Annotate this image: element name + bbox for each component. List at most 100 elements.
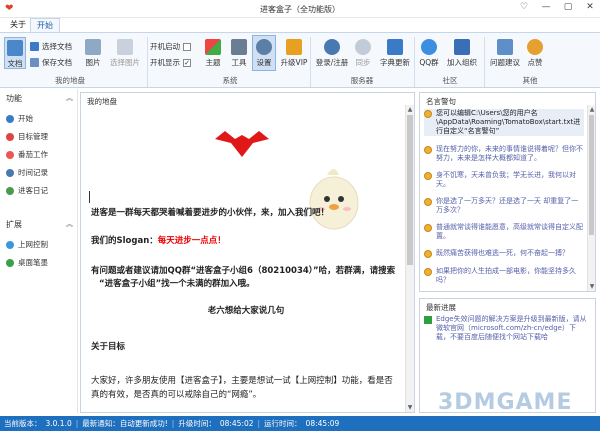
feedback-button[interactable]: 问题建议 [488, 39, 522, 68]
download-icon [387, 39, 403, 55]
version-label: 当前版本： [4, 419, 42, 428]
about-goal-heading: 关于目标 [91, 342, 126, 352]
quote-item[interactable]: 如果把你的人生拍成一部电影，你能坚持多久吗？ [424, 267, 584, 285]
quote-icon [424, 268, 432, 276]
window-title: 进客盒子（全功能版） [260, 5, 340, 14]
collapse-icon[interactable]: ︽ [66, 219, 73, 229]
login-register-button[interactable]: 登录/注册 [314, 39, 350, 68]
dict-update-button[interactable]: 字典更新 [378, 39, 412, 68]
scrollbar-thumb[interactable] [407, 115, 413, 265]
slogan-line: 我们的Slogan：每天进步一点点！ [91, 236, 226, 246]
settings-button[interactable]: 设置 [252, 35, 276, 71]
quote-icon [424, 224, 432, 232]
close-button[interactable]: ✕ [584, 2, 596, 12]
sidebar-item-diary[interactable]: 进客日记 [6, 185, 48, 196]
scroll-up-icon[interactable]: ▲ [588, 106, 595, 113]
sidebar-item-desktop-ink[interactable]: 桌面笔墨 [6, 257, 48, 268]
mascot-image [309, 169, 359, 230]
quote-icon [424, 172, 432, 180]
upgrade-vip-button[interactable]: 升级VIP [280, 39, 308, 68]
scroll-down-icon[interactable]: ▼ [406, 404, 414, 411]
group-label-my-space: 我的地盘 [55, 76, 85, 85]
sidebar-item-time-record[interactable]: 时间记录 [6, 167, 48, 178]
paragraph-line-2: 真的有效，是否真的可以戒除自己的“网瘾”。 [91, 390, 262, 400]
scroll-up-icon[interactable]: ▲ [406, 106, 414, 113]
ribbon: 文档 选择文档 保存文档 图片 选择图片 开机启动 开机显示 ✓ 主题 工具 设… [0, 32, 600, 88]
theme-button[interactable]: 主题 [202, 39, 224, 68]
quote-icon [424, 146, 432, 154]
boot-show-checkbox[interactable]: ✓ [183, 58, 191, 67]
divider [310, 37, 311, 87]
paragraph-line-1: 大家好，许多朋友使用【进客盒子】，主要是想试一试【上网控制】功能，看是否 [91, 376, 393, 386]
qq-icon [421, 39, 437, 55]
scrollbar-thumb[interactable] [589, 115, 594, 235]
boot-start-checkbox[interactable] [183, 42, 191, 51]
divider [147, 37, 148, 87]
sidebar-extend-header[interactable]: 扩展 [6, 219, 22, 230]
ribbon-tabs: 关于 开始 [0, 18, 600, 32]
like-button[interactable]: 点赞 [524, 39, 546, 68]
sidebar-item-goals[interactable]: 目标管理 [6, 131, 48, 142]
target-icon [6, 132, 14, 141]
sidebar-item-tomato[interactable]: 番茄工作 [6, 149, 48, 160]
quote-item[interactable]: 您可以编辑C:\Users\您的用户名\AppData\Roaming\Toma… [424, 109, 584, 136]
qq-text-line-2: “进客盒子小组”找一个未满的群加入哦。 [99, 279, 255, 289]
favorite-icon[interactable]: ♡ [518, 2, 530, 12]
qq-text-line-1: 有问题或者建议请加QQ群“进客盒子小组6（80210034）”哈，若群满，请搜索 [91, 266, 396, 276]
sign-text: 老六想给大家说几句 [207, 306, 285, 316]
select-document-button[interactable]: 选择文档 [30, 41, 72, 52]
quote-item[interactable]: 既然痛苦获得也难逃一死，何不奋起一搏？ [424, 249, 584, 258]
maximize-button[interactable]: ▢ [562, 2, 574, 12]
quotes-scrollbar[interactable]: ▲ ▼ [587, 105, 595, 291]
quote-icon [424, 110, 432, 118]
qq-group-button[interactable]: QQ群 [418, 39, 440, 68]
quote-item[interactable]: 你是选了一万多天？还是选了一天 却重复了一万多次？ [424, 197, 584, 215]
vip-icon [286, 39, 302, 55]
tab-start[interactable]: 开始 [30, 18, 60, 32]
save-document-button[interactable]: 保存文档 [30, 57, 72, 68]
my-space-panel: 我的地盘 进客是一群每天都哭着喊着要进步的小伙伴，来，加入我们吧！ 我们的Slo… [80, 92, 415, 413]
tools-button[interactable]: 工具 [228, 39, 250, 68]
minimize-button[interactable]: — [540, 2, 552, 12]
sync-icon [355, 39, 371, 55]
title-bar: ❤ 进客盒子（全功能版） ♡ — ▢ ✕ [0, 0, 600, 18]
window-controls: ♡ — ▢ ✕ [518, 2, 596, 12]
news-item[interactable]: Edge失效问题的解决方案是升级到最新版，请从微软官网（microsoft.co… [424, 315, 589, 342]
quote-item[interactable]: 身不饥寒，天未曾负我；学无长进，我何以对天。 [424, 171, 584, 189]
save-icon [30, 58, 39, 67]
tab-about[interactable]: 关于 [4, 18, 32, 32]
like-icon [527, 39, 543, 55]
organization-icon [454, 39, 470, 55]
main-scrollbar[interactable]: ▲ ▼ [405, 105, 414, 412]
sidebar-item-start[interactable]: 开始 [6, 113, 33, 124]
run-time-value: 08:45:09 [305, 419, 340, 428]
bat-logo-icon [215, 131, 269, 157]
sidebar-function-header[interactable]: 功能 [6, 93, 22, 104]
version-value: 3.0.1.0 [45, 419, 72, 428]
feedback-icon [497, 39, 513, 55]
gear-icon [256, 39, 272, 55]
boot-start-toggle[interactable]: 开机启动 [150, 41, 191, 52]
join-org-button[interactable]: 加入组织 [444, 39, 480, 68]
quote-item[interactable]: 普通就常谈得谁能愿意，高级就常谈得自定义配置。 [424, 223, 584, 241]
intro-text: 进客是一群每天都哭着喊着要进步的小伙伴，来，加入我们吧！ [91, 208, 330, 218]
web-icon [6, 240, 14, 249]
divider: | [257, 419, 261, 428]
sidebar: 功能 ︽ 开始 目标管理 番茄工作 时间记录 进客日记 扩展 ︽ 上网控制 桌面… [0, 89, 78, 413]
select-image-button[interactable]: 选择图片 [108, 39, 142, 68]
boot-show-toggle[interactable]: 开机显示 ✓ [150, 57, 191, 68]
document-button[interactable]: 文档 [4, 37, 26, 69]
quotes-panel: 名言警句 您可以编辑C:\Users\您的用户名\AppData\Roaming… [419, 92, 596, 292]
sidebar-item-web-control[interactable]: 上网控制 [6, 239, 48, 250]
document-icon [7, 40, 23, 56]
divider: | [171, 419, 175, 428]
collapse-icon[interactable]: ︽ [66, 93, 73, 103]
quote-item[interactable]: 现在努力的你，未来的事情谁说得着呢？但你不努力，未来是怎样大概都知道了。 [424, 145, 584, 163]
scroll-down-icon[interactable]: ▼ [588, 283, 595, 290]
group-label-system: 系统 [222, 76, 238, 85]
group-label-community: 社区 [442, 76, 458, 85]
divider [484, 37, 485, 87]
user-icon [324, 39, 340, 55]
sync-button[interactable]: 同步 [352, 39, 374, 68]
image-button[interactable]: 图片 [82, 39, 104, 68]
